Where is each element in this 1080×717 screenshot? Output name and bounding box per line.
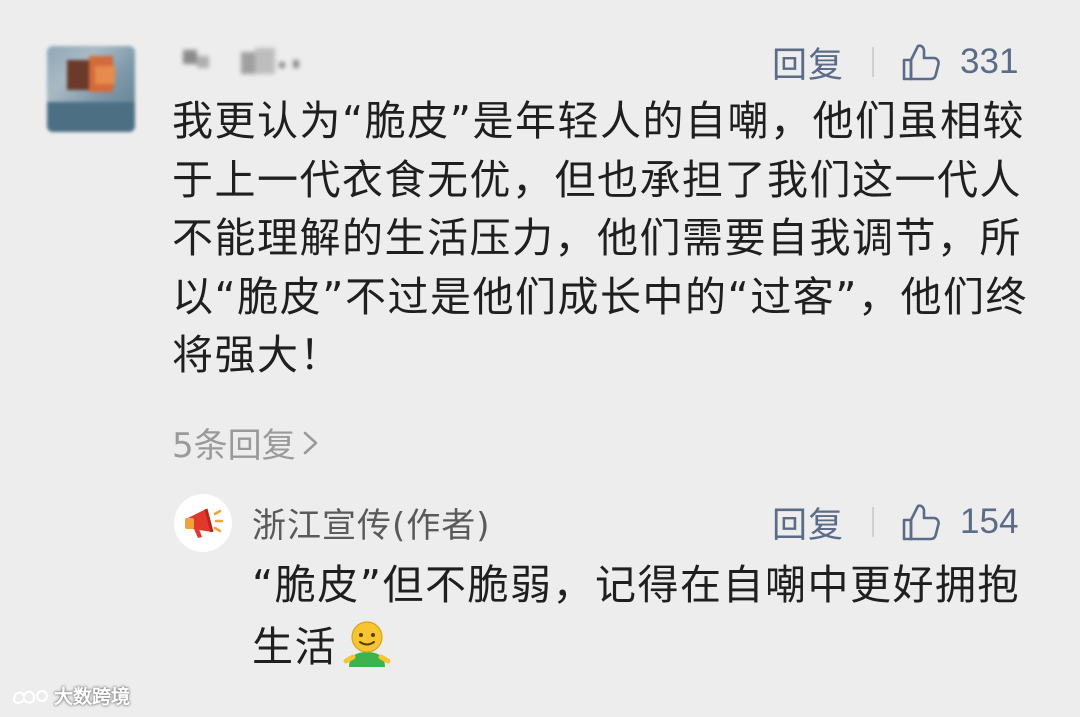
reply-text-container: “脆皮”但不脆弱，记得在自嘲中更好拥抱生活 [252,554,1022,678]
like-count: 331 [960,42,1019,81]
chevron-right-icon [303,431,317,454]
comment-actions: 回复 331 [772,38,1018,86]
action-divider [872,507,875,537]
like-button[interactable]: 154 [900,501,1018,543]
reply-actions: 回复 154 [772,498,1018,546]
thumbs-up-icon [902,504,940,541]
reply-button[interactable]: 回复 [772,497,844,548]
watermark-text: 大数跨境 [54,686,131,708]
comment-text: 我更认为“脆皮”是年轻人的自嘲，他们虽相较于上一代衣食无优，但也承担了我们这一代… [172,97,1028,379]
logo-icon [12,689,49,704]
like-button[interactable]: 331 [900,41,1018,83]
commenter-avatar[interactable] [47,46,135,132]
smiling-face-emoji [343,621,391,667]
reply-button[interactable]: 回复 [772,37,844,88]
view-more-replies-link[interactable]: 5条回复 [172,418,322,467]
megaphone-icon [185,508,224,538]
reply-author-name[interactable]: 浙江宣传(作者) [252,498,491,547]
watermark: 大数跨境 [10,682,130,709]
commenter-name-redacted [183,46,313,78]
author-avatar[interactable] [174,494,232,552]
more-replies-label: 5条回复 [172,426,296,466]
action-divider [872,47,875,77]
like-count: 154 [960,502,1019,541]
comment-thread: 回复 331 我更认为“脆皮”是年轻人的自嘲，他们虽相较于上一代衣食无优，但也承… [0,0,1080,717]
thumbs-up-icon [902,44,940,81]
